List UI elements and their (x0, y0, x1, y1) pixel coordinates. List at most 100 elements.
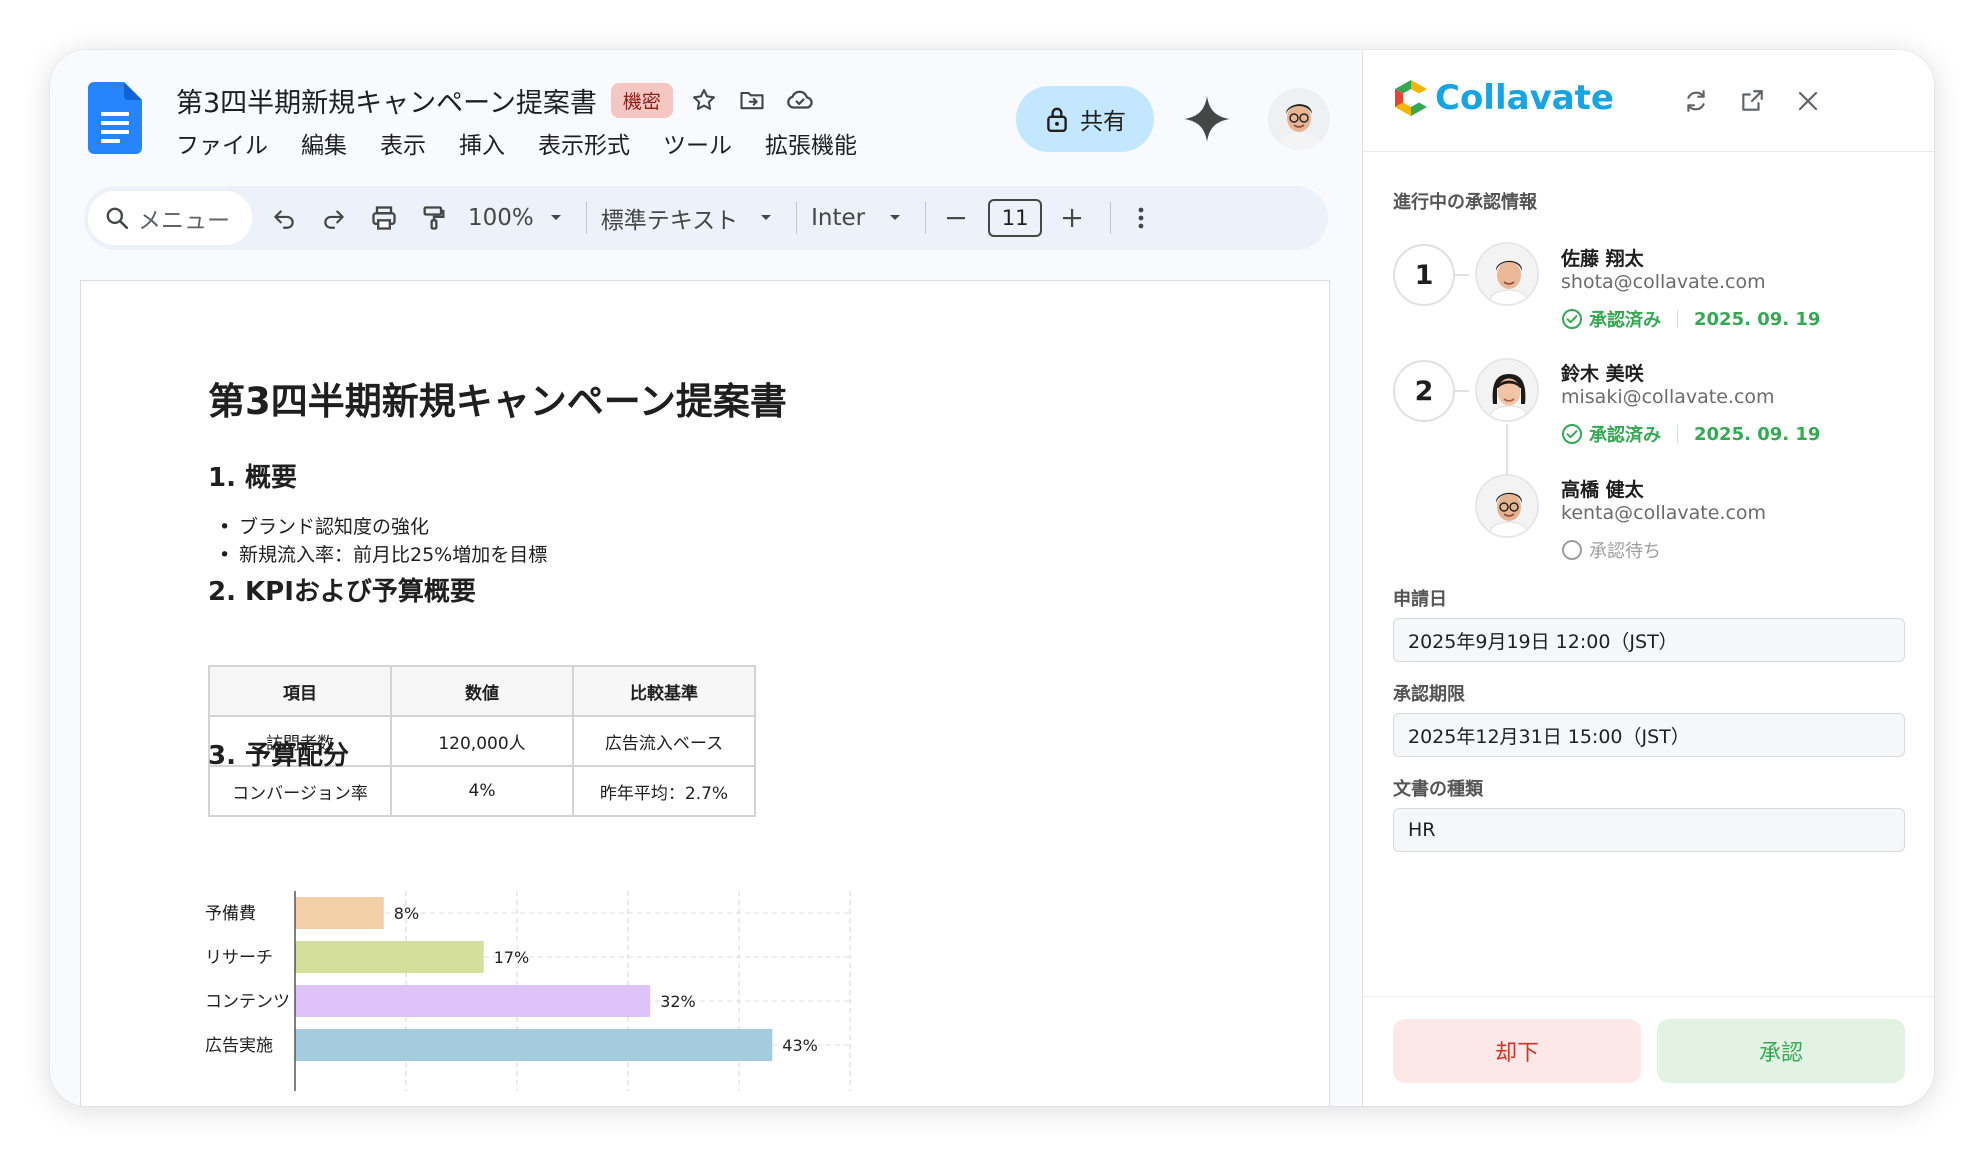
docs-header: 第3四半期新規キャンペーン提案書 機密 ファイル 編集 表示 挿入 表示形式 ツ… (50, 50, 1362, 170)
doc-title[interactable]: 第3四半期新規キャンペーン提案書 (176, 81, 597, 120)
chart-category-label: コンテンツ (205, 992, 290, 1012)
brand: Collavate (1393, 78, 1614, 118)
increase-font-size-icon[interactable] (1052, 198, 1092, 238)
chart-category-label: 予備費 (205, 904, 256, 924)
decrease-font-size-icon[interactable] (936, 198, 976, 238)
user-avatar[interactable] (1268, 88, 1330, 150)
approve-button[interactable]: 承認 (1657, 1019, 1905, 1083)
section1-title: 1. 概要 (208, 463, 298, 493)
menu-bar: ファイル 編集 表示 挿入 表示形式 ツール 拡張機能 (176, 126, 890, 160)
toolbar-divider (925, 202, 927, 234)
request-date-field[interactable]: 2025年9月19日 12:00（JST） (1393, 618, 1905, 662)
table-cell: 昨年平均：2.7% (572, 765, 756, 817)
zoom-select[interactable]: 100% (468, 205, 534, 231)
gemini-sparkle-icon[interactable] (1182, 94, 1232, 144)
confidential-badge[interactable]: 機密 (610, 82, 673, 118)
style-caret-icon[interactable] (754, 206, 778, 230)
request-date-label: 申請日 (1393, 589, 1447, 610)
doc-type-field[interactable]: HR (1393, 808, 1905, 852)
share-label: 共有 (1080, 109, 1126, 135)
close-icon[interactable] (1791, 84, 1825, 118)
chart-value-label: 17% (494, 948, 530, 967)
chart-bar (295, 1029, 773, 1061)
step-number-1: 1 (1393, 244, 1455, 306)
status-text: 承認済み (1589, 425, 1661, 446)
star-icon[interactable] (687, 83, 721, 117)
docs-editor: 第3四半期新規キャンペーン提案書 機密 ファイル 編集 表示 挿入 表示形式 ツ… (50, 50, 1362, 1106)
table-header-row: 項目 数値 比較基準 (208, 665, 756, 717)
approval-status: 承認済み 2025. 09. 19 (1561, 421, 1820, 447)
section2-title: 2. KPIおよび予算概要 (208, 577, 476, 607)
budget-chart-svg: 予備費 8% リサーチ 17% コンテンツ 32% 広告実施 43% (205, 891, 851, 1091)
chart-category-label: 広告実施 (205, 1036, 273, 1056)
menu-format[interactable]: 表示形式 (538, 126, 630, 160)
approval-section-label: 進行中の承認情報 (1393, 192, 1537, 213)
print-icon[interactable] (364, 198, 404, 238)
reject-button[interactable]: 却下 (1393, 1019, 1641, 1083)
check-circle-icon (1562, 424, 1582, 444)
collavate-logo-icon (1395, 80, 1427, 116)
approver-name: 高橋 健太 (1561, 479, 1644, 501)
menu-edit[interactable]: 編集 (301, 126, 347, 160)
table-row: コンバージョン率 4% 昨年平均：2.7% (208, 765, 756, 817)
menu-tools[interactable]: ツール (663, 126, 732, 160)
toolbar-divider (1110, 202, 1112, 234)
more-options-icon[interactable] (1121, 198, 1161, 238)
approver-email: shota@collavate.com (1561, 271, 1766, 293)
check-circle-icon (1562, 309, 1582, 329)
table-cell: 4% (390, 765, 574, 817)
font-caret-icon[interactable] (883, 206, 907, 230)
approval-status: 承認待ち (1561, 537, 1661, 563)
overview-bullet-list: ブランド認知度の強化 新規流入率：前月比25%増加を目標 (219, 513, 547, 569)
approval-date: 2025. 09. 19 (1694, 308, 1821, 330)
move-folder-icon[interactable] (735, 83, 769, 117)
budget-bar-chart: 予備費 8% リサーチ 17% コンテンツ 32% 広告実施 43% (201, 891, 901, 1091)
document-page[interactable]: 第3四半期新規キャンペーン提案書 1. 概要 ブランド認知度の強化 新規流入率：… (80, 280, 1330, 1106)
open-external-icon[interactable] (1735, 84, 1769, 118)
doc-type-label: 文書の種類 (1393, 779, 1483, 800)
docs-logo-icon[interactable] (88, 82, 142, 154)
toolbar-divider (585, 202, 587, 234)
avatar (1475, 358, 1539, 422)
chart-category-label: リサーチ (205, 948, 273, 968)
chart-value-label: 32% (660, 992, 696, 1011)
menu-file[interactable]: ファイル (176, 126, 268, 160)
deadline-label: 承認期限 (1393, 684, 1465, 705)
chart-value-label: 8% (394, 904, 419, 923)
font-family-select[interactable]: Inter (811, 205, 865, 231)
menu-view[interactable]: 表示 (380, 126, 426, 160)
status-divider (1677, 310, 1678, 328)
deadline-field[interactable]: 2025年12月31日 15:00（JST） (1393, 713, 1905, 757)
table-cell: 広告流入ベース (572, 715, 756, 767)
status-text: 承認済み (1589, 310, 1661, 331)
refresh-icon[interactable] (1679, 84, 1713, 118)
menu-insert[interactable]: 挿入 (459, 126, 505, 160)
status-text: 承認待ち (1589, 541, 1661, 562)
step-number-2: 2 (1393, 360, 1455, 422)
undo-icon[interactable] (264, 198, 304, 238)
panel-footer: 却下 承認 (1363, 996, 1934, 1106)
step-connector (1455, 390, 1469, 392)
collavate-panel: Collavate 進行中の承認情報 1 佐藤 翔太 shota@collava… (1362, 50, 1934, 1106)
panel-header: Collavate (1363, 50, 1934, 152)
search-icon (106, 207, 129, 230)
approval-date: 2025. 09. 19 (1694, 423, 1821, 445)
section3-title: 3. 予算配分 (208, 741, 350, 771)
document-heading: 第3四半期新規キャンペーン提案書 (208, 380, 787, 423)
menu-search-input[interactable]: メニュー (88, 191, 252, 245)
paint-format-icon[interactable] (414, 198, 454, 238)
redo-icon[interactable] (314, 198, 354, 238)
font-size-input[interactable]: 11 (988, 199, 1043, 237)
app-window: 第3四半期新規キャンペーン提案書 機密 ファイル 編集 表示 挿入 表示形式 ツ… (50, 50, 1934, 1106)
paragraph-style-select[interactable]: 標準テキスト (601, 201, 738, 235)
formatting-toolbar: メニュー 100% 標準テキスト Inter 11 (84, 186, 1328, 250)
chart-bar (295, 985, 651, 1017)
pending-circle-icon (1562, 540, 1582, 560)
table-header-cell: 項目 (208, 665, 392, 717)
menu-extensions[interactable]: 拡張機能 (765, 126, 857, 160)
cloud-saved-icon[interactable] (783, 83, 817, 117)
zoom-caret-icon[interactable] (544, 206, 568, 230)
share-button[interactable]: 共有 (1016, 86, 1154, 152)
menu-search-placeholder: メニュー (138, 208, 230, 234)
brand-name: Collavate (1435, 78, 1614, 118)
